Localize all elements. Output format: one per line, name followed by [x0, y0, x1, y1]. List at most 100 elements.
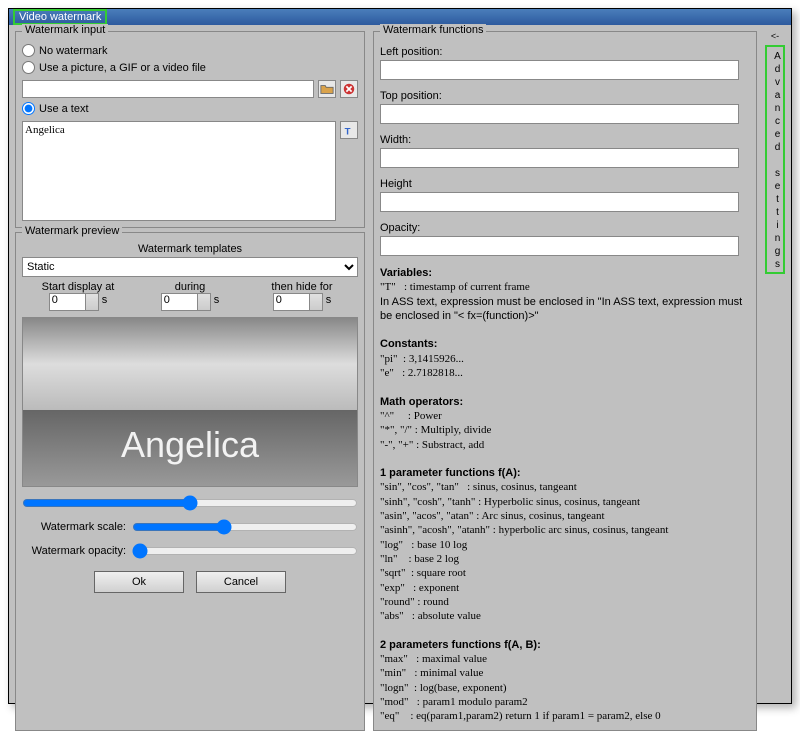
text-style-button[interactable]: T	[340, 121, 358, 139]
scale-slider[interactable]	[132, 519, 358, 535]
width-input[interactable]	[380, 148, 739, 168]
opacity-row: Watermark opacity:	[22, 543, 358, 559]
opacity-fn-input[interactable]	[380, 236, 739, 256]
variables-heading: Variables:	[380, 267, 432, 279]
advanced-settings-label: Advanced settings	[765, 45, 785, 274]
template-select[interactable]: Static	[22, 257, 358, 277]
clear-file-button[interactable]	[340, 80, 358, 98]
doc-line: "pi" : 3,1415926...	[380, 353, 464, 365]
watermark-text-input[interactable]: Angelica	[22, 121, 336, 221]
doc-line: "round" : round	[380, 596, 449, 608]
doc-line: "T" : timestamp of current frame	[380, 281, 530, 293]
start-spinner[interactable]	[49, 293, 99, 311]
doc-line: "logn" : log(base, exponent)	[380, 682, 507, 694]
doc-line: "sinh", "cosh", "tanh" : Hyperbolic sinu…	[380, 496, 640, 508]
delete-icon	[342, 82, 356, 96]
doc-line: "asinh", "acosh", "atanh" : hyperbolic a…	[380, 524, 668, 536]
width-label: Width:	[380, 134, 750, 146]
hide-col: then hide for s	[246, 281, 358, 311]
right-column: Watermark functions Left position: Top p…	[373, 31, 757, 731]
opacity-slider[interactable]	[132, 543, 358, 559]
left-column: Watermark input No watermark Use a pictu…	[15, 31, 365, 731]
doc-line: "sqrt" : square root	[380, 567, 466, 579]
during-value[interactable]	[164, 294, 196, 306]
file-path-input[interactable]	[22, 80, 314, 98]
doc-line: "mod" : param1 modulo param2	[380, 696, 528, 708]
group-title: Watermark input	[22, 24, 108, 36]
doc-line: "ln" : base 2 log	[380, 553, 459, 565]
hide-value[interactable]	[276, 294, 308, 306]
unit-s: s	[214, 294, 220, 306]
left-position-label: Left position:	[380, 46, 750, 58]
help-doc: Variables: "T" : timestamp of current fr…	[380, 266, 750, 724]
start-display-col: Start display at s	[22, 281, 134, 311]
doc-line: "exp" : exponent	[380, 582, 459, 594]
watermark-input-group: Watermark input No watermark Use a pictu…	[15, 31, 365, 228]
doc-line: "log" : base 10 log	[380, 539, 467, 551]
doc-line: "-", "+" : Substract, add	[380, 439, 484, 451]
hide-spinner[interactable]	[273, 293, 323, 311]
radio-no-watermark[interactable]: No watermark	[22, 44, 358, 57]
collapse-arrow-icon: <-	[765, 31, 785, 45]
doc-line: In ASS text, expression must be enclosed…	[380, 296, 742, 322]
scale-label: Watermark scale:	[22, 521, 132, 533]
text-input-row: Angelica T	[22, 121, 358, 221]
doc-line: "max" : maximal value	[380, 653, 487, 665]
math-heading: Math operators:	[380, 396, 463, 408]
height-label: Height	[380, 178, 750, 190]
watermark-functions-group: Watermark functions Left position: Top p…	[373, 31, 757, 731]
preview-watermark-text: Angelica	[23, 424, 357, 466]
radio-use-file[interactable]: Use a picture, a GIF or a video file	[22, 61, 358, 74]
hide-label: then hide for	[246, 281, 358, 293]
radio-text-label: Use a text	[39, 103, 89, 115]
dialog-window: Video watermark Watermark input No water…	[8, 8, 792, 704]
doc-line: "^" : Power	[380, 410, 442, 422]
start-value[interactable]	[52, 294, 84, 306]
advanced-settings-toggle[interactable]: <- Advanced settings	[765, 31, 785, 731]
doc-line: "*", "/" : Multiply, divide	[380, 424, 491, 436]
group-title: Watermark functions	[380, 24, 486, 36]
radio-none-label: No watermark	[39, 45, 107, 57]
file-path-row	[22, 80, 358, 98]
start-label: Start display at	[22, 281, 134, 293]
browse-button[interactable]	[318, 80, 336, 98]
doc-line: "eq" : eq(param1,param2) return 1 if par…	[380, 710, 661, 722]
radio-file-input[interactable]	[22, 61, 35, 74]
folder-icon	[320, 82, 334, 96]
doc-line: "min" : minimal value	[380, 667, 483, 679]
doc-line: "sin", "cos", "tan" : sinus, cosinus, ta…	[380, 481, 577, 493]
svg-text:T: T	[345, 126, 351, 137]
timing-row: Start display at s during s then hide fo…	[22, 281, 358, 311]
group-title: Watermark preview	[22, 225, 122, 237]
f2-heading: 2 parameters functions f(A, B):	[380, 639, 541, 651]
titlebar[interactable]: Video watermark	[9, 9, 791, 25]
timeline-slider[interactable]	[22, 495, 358, 511]
unit-s: s	[326, 294, 332, 306]
f1-heading: 1 parameter functions f(A):	[380, 467, 521, 479]
ok-button[interactable]: Ok	[94, 571, 184, 593]
scale-row: Watermark scale:	[22, 519, 358, 535]
constants-heading: Constants:	[380, 338, 437, 350]
radio-none-input[interactable]	[22, 44, 35, 57]
top-position-label: Top position:	[380, 90, 750, 102]
radio-file-label: Use a picture, a GIF or a video file	[39, 62, 206, 74]
window-title: Video watermark	[13, 9, 107, 25]
dialog-body: Watermark input No watermark Use a pictu…	[9, 25, 791, 737]
button-row: Ok Cancel	[22, 563, 358, 597]
top-position-input[interactable]	[380, 104, 739, 124]
doc-line: "asin", "acos", "atan" : Arc sinus, cosi…	[380, 510, 605, 522]
watermark-preview-group: Watermark preview Watermark templates St…	[15, 232, 365, 731]
preview-viewport: Angelica	[22, 317, 358, 487]
height-input[interactable]	[380, 192, 739, 212]
doc-line: "e" : 2.7182818...	[380, 367, 463, 379]
opacity-label: Watermark opacity:	[22, 545, 132, 557]
doc-line: "abs" : absolute value	[380, 610, 481, 622]
preview-sky	[23, 318, 357, 410]
radio-use-text[interactable]: Use a text	[22, 102, 358, 115]
templates-label: Watermark templates	[22, 243, 358, 255]
cancel-button[interactable]: Cancel	[196, 571, 286, 593]
during-spinner[interactable]	[161, 293, 211, 311]
radio-text-input[interactable]	[22, 102, 35, 115]
text-icon: T	[342, 123, 356, 137]
left-position-input[interactable]	[380, 60, 739, 80]
